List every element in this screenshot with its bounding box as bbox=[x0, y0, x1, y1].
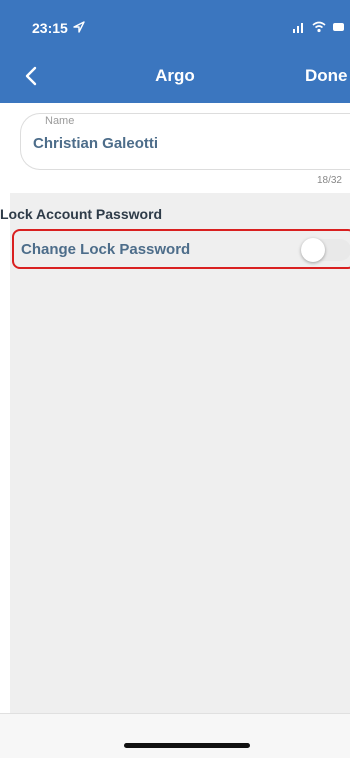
toggle-knob bbox=[301, 238, 325, 262]
battery-icon bbox=[333, 23, 344, 31]
location-arrow-icon bbox=[73, 21, 85, 33]
change-lock-password-label: Change Lock Password bbox=[21, 241, 191, 258]
bottom-bar bbox=[0, 713, 350, 758]
nav-bar: Argo Done bbox=[0, 56, 350, 96]
wifi-icon bbox=[312, 21, 326, 33]
home-indicator bbox=[124, 743, 250, 748]
page-title: Argo bbox=[155, 66, 195, 85]
signal-icon bbox=[293, 23, 303, 33]
phone-screen: 23:15 Argo Done Name Christian Galeotti … bbox=[0, 0, 350, 758]
left-rail bbox=[0, 103, 10, 758]
name-field[interactable]: Name Christian Galeotti bbox=[20, 113, 350, 170]
name-field-label: Name bbox=[41, 115, 79, 127]
character-counter: 18/32 bbox=[316, 175, 342, 186]
status-icons bbox=[292, 21, 346, 33]
status-time: 23:15 bbox=[32, 20, 68, 36]
name-field-value[interactable]: Christian Galeotti bbox=[33, 135, 158, 152]
done-button[interactable]: Done bbox=[305, 64, 348, 88]
status-bar: 23:15 bbox=[0, 0, 350, 44]
change-lock-password-toggle[interactable] bbox=[301, 238, 350, 262]
lock-section-header: Lock Account Password bbox=[0, 206, 163, 222]
content-area: Name Christian Galeotti 18/32 Lock Accou… bbox=[0, 103, 350, 758]
name-card: Name Christian Galeotti 18/32 bbox=[10, 103, 350, 193]
change-lock-password-row[interactable]: Change Lock Password bbox=[12, 229, 350, 269]
header: 23:15 Argo Done bbox=[0, 0, 350, 103]
